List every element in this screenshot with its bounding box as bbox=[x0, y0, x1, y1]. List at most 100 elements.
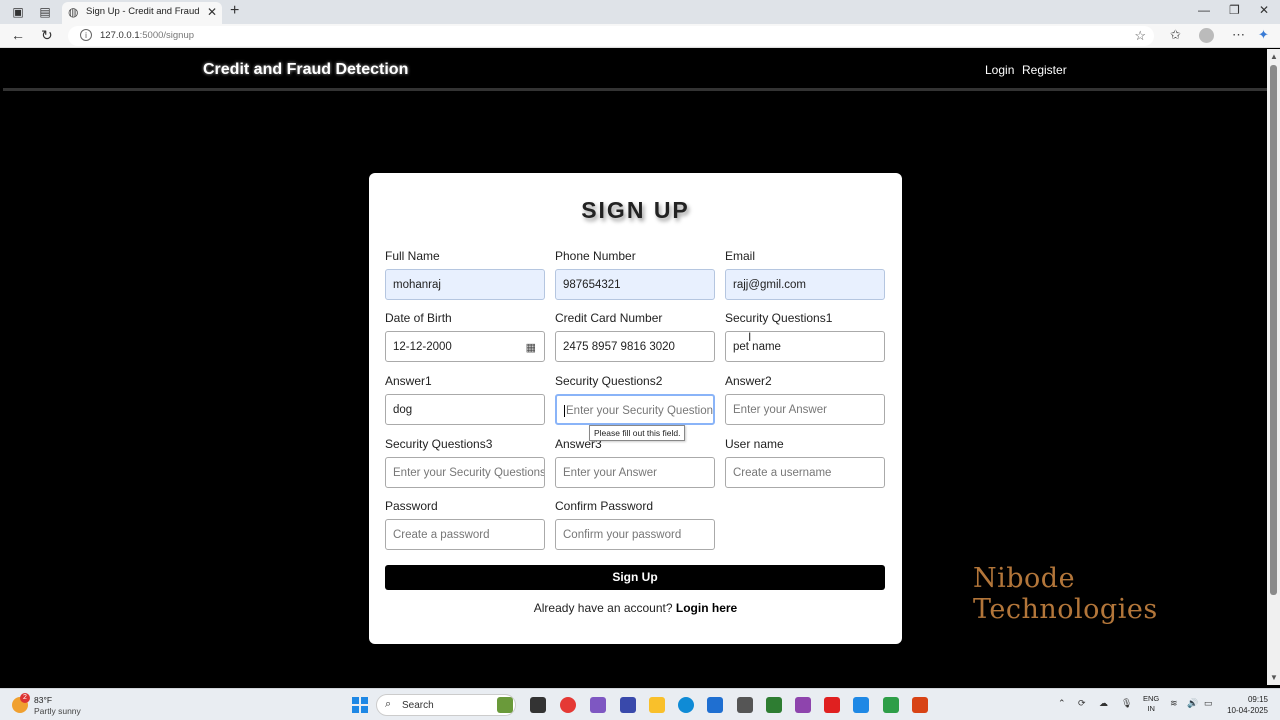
xbox-icon[interactable] bbox=[766, 697, 782, 713]
microphone-icon[interactable]: 🎙 bbox=[1121, 698, 1132, 709]
full-name-input[interactable]: mohanraj bbox=[385, 269, 545, 300]
search-label: Search bbox=[402, 700, 434, 711]
page-title: SIGN UP bbox=[581, 197, 690, 223]
notification-badge: 2 bbox=[20, 693, 30, 703]
security-q2-placeholder: Enter your Security Questions bbox=[566, 405, 715, 418]
login-here-link[interactable]: Login here bbox=[676, 601, 737, 615]
security-q2-label: Security Questions2 bbox=[555, 374, 663, 388]
profile-avatar[interactable] bbox=[1199, 28, 1214, 43]
visual-studio-icon[interactable] bbox=[795, 697, 811, 713]
browser-tab-signup[interactable]: ◍ Sign Up - Credit and Fraud Detec ✕ bbox=[62, 2, 222, 24]
volume-icon[interactable]: 🔊 bbox=[1187, 698, 1198, 709]
app-red-icon[interactable] bbox=[912, 697, 928, 713]
password-label: Password bbox=[385, 499, 438, 513]
site-navbar: Credit and Fraud Detection Login Registe… bbox=[3, 49, 1267, 91]
copilot-icon[interactable]: ✦ bbox=[1258, 27, 1269, 43]
sync-icon[interactable]: ⟳ bbox=[1078, 698, 1086, 709]
terminal-icon[interactable] bbox=[530, 697, 546, 713]
store-icon[interactable] bbox=[707, 697, 723, 713]
site-brand[interactable]: Credit and Fraud Detection bbox=[203, 61, 408, 79]
answer2-input[interactable]: Enter your Answer bbox=[725, 394, 885, 425]
youtube-icon[interactable] bbox=[824, 697, 840, 713]
answer3-input[interactable]: Enter your Answer bbox=[555, 457, 715, 488]
copilot-app-icon[interactable] bbox=[590, 697, 606, 713]
browser-tab-bar: ▣ ▤ ◍ Sign Up - Credit and Fraud Detec ✕… bbox=[0, 0, 1280, 24]
back-icon[interactable]: ← bbox=[11, 27, 25, 43]
security-q1-label: Security Questions1 bbox=[725, 311, 833, 325]
text-cursor-icon: I bbox=[748, 330, 752, 344]
phone-label: Phone Number bbox=[555, 249, 636, 263]
calendar-icon[interactable]: ▦ bbox=[526, 341, 536, 354]
dob-label: Date of Birth bbox=[385, 311, 452, 325]
page-scrollbar[interactable]: ▲ ▼ bbox=[1267, 49, 1280, 685]
username-input[interactable]: Create a username bbox=[725, 457, 885, 488]
widget-icon[interactable] bbox=[497, 697, 513, 713]
lang-line2: IN bbox=[1147, 704, 1155, 713]
dob-value: 12-12-2000 bbox=[393, 341, 452, 353]
security-q1-group: Security Questions1 pet name bbox=[725, 311, 885, 362]
new-tab-icon[interactable]: + bbox=[230, 2, 239, 20]
address-bar-row: ← ↻ i 127.0.0.1:5000/signup ☆ ✩ ⋯ ✦ bbox=[0, 24, 1280, 48]
confirm-password-label: Confirm Password bbox=[555, 499, 654, 513]
answer2-label: Answer2 bbox=[725, 374, 772, 388]
confirm-password-group: Confirm Password Confirm your password bbox=[555, 499, 715, 550]
favorite-star-icon[interactable]: ☆ bbox=[1134, 28, 1146, 44]
pycharm-icon[interactable] bbox=[883, 697, 899, 713]
scroll-down-icon[interactable]: ▼ bbox=[1270, 673, 1278, 682]
language-indicator[interactable]: ENG IN bbox=[1143, 694, 1159, 714]
battery-icon[interactable]: ▭ bbox=[1204, 698, 1213, 709]
favorites-icon[interactable]: ✩ bbox=[1170, 27, 1181, 43]
sign-up-button[interactable]: Sign Up bbox=[385, 565, 885, 590]
dob-input[interactable]: 12-12-2000 ▦ bbox=[385, 331, 545, 362]
security-q3-input[interactable]: Enter your Security Questions bbox=[385, 457, 545, 488]
username-label: User name bbox=[725, 437, 784, 451]
refresh-icon[interactable]: ↻ bbox=[41, 27, 53, 44]
teams-icon[interactable] bbox=[620, 697, 636, 713]
tab-actions-icon[interactable]: ▤ bbox=[37, 4, 53, 20]
credit-card-input[interactable]: 2475 8957 9816 3020 bbox=[555, 331, 715, 362]
answer1-group: Answer1 dog bbox=[385, 374, 545, 425]
email-label: Email bbox=[725, 249, 756, 263]
scrollbar-thumb[interactable] bbox=[1270, 65, 1277, 595]
maximize-icon[interactable]: ❐ bbox=[1229, 3, 1240, 17]
cloud-icon[interactable]: ☁ bbox=[1099, 698, 1108, 709]
url-input[interactable]: i 127.0.0.1:5000/signup ☆ bbox=[68, 26, 1154, 46]
globe-icon: ◍ bbox=[68, 5, 79, 19]
security-q2-input[interactable]: Enter your Security Questions bbox=[555, 394, 715, 425]
close-tab-icon[interactable]: ✕ bbox=[207, 5, 217, 19]
phone-input[interactable]: 987654321 bbox=[555, 269, 715, 300]
page-viewport: Credit and Fraud Detection Login Registe… bbox=[3, 49, 1267, 685]
email-input[interactable]: rajj@gmil.com bbox=[725, 269, 885, 300]
tray-overflow-icon[interactable]: ⌃ bbox=[1058, 698, 1066, 709]
app-cube-icon[interactable] bbox=[737, 697, 753, 713]
wifi-icon[interactable]: ≋ bbox=[1170, 698, 1178, 709]
password-input[interactable]: Create a password bbox=[385, 519, 545, 550]
more-menu-icon[interactable]: ⋯ bbox=[1232, 27, 1245, 43]
security-q2-group: Security Questions2 Enter your Security … bbox=[555, 374, 715, 425]
chrome-icon[interactable] bbox=[560, 697, 576, 713]
weather-desc: Partly sunny bbox=[34, 706, 81, 716]
login-prompt-text: Already have an account? bbox=[533, 601, 673, 615]
confirm-password-input[interactable]: Confirm your password bbox=[555, 519, 715, 550]
nav-login-link[interactable]: Login bbox=[985, 63, 1014, 77]
full-name-group: Full Name mohanraj bbox=[385, 249, 545, 300]
site-info-icon[interactable]: i bbox=[80, 29, 92, 41]
vscode-icon[interactable] bbox=[853, 697, 869, 713]
start-button[interactable] bbox=[352, 697, 368, 713]
password-group: Password Create a password bbox=[385, 499, 545, 550]
nav-register-link[interactable]: Register bbox=[1022, 63, 1067, 77]
lang-line1: ENG bbox=[1143, 694, 1160, 703]
validation-tooltip: Please fill out this field. bbox=[589, 425, 686, 441]
minimize-icon[interactable]: — bbox=[1198, 3, 1210, 17]
answer1-input[interactable]: dog bbox=[385, 394, 545, 425]
tab-title: Sign Up - Credit and Fraud Detec bbox=[86, 6, 201, 17]
taskbar-search[interactable]: ⌕ Search bbox=[376, 694, 516, 716]
file-explorer-icon[interactable] bbox=[649, 697, 665, 713]
scroll-up-icon[interactable]: ▲ bbox=[1270, 52, 1278, 61]
close-window-icon[interactable]: ✕ bbox=[1259, 3, 1269, 17]
system-clock[interactable]: 09:15 10-04-2025 bbox=[1222, 694, 1268, 716]
security-q3-group: Security Questions3 Enter your Security … bbox=[385, 437, 545, 488]
edge-icon[interactable] bbox=[678, 697, 694, 713]
text-caret bbox=[564, 405, 565, 417]
workspaces-icon[interactable]: ▣ bbox=[10, 4, 26, 20]
